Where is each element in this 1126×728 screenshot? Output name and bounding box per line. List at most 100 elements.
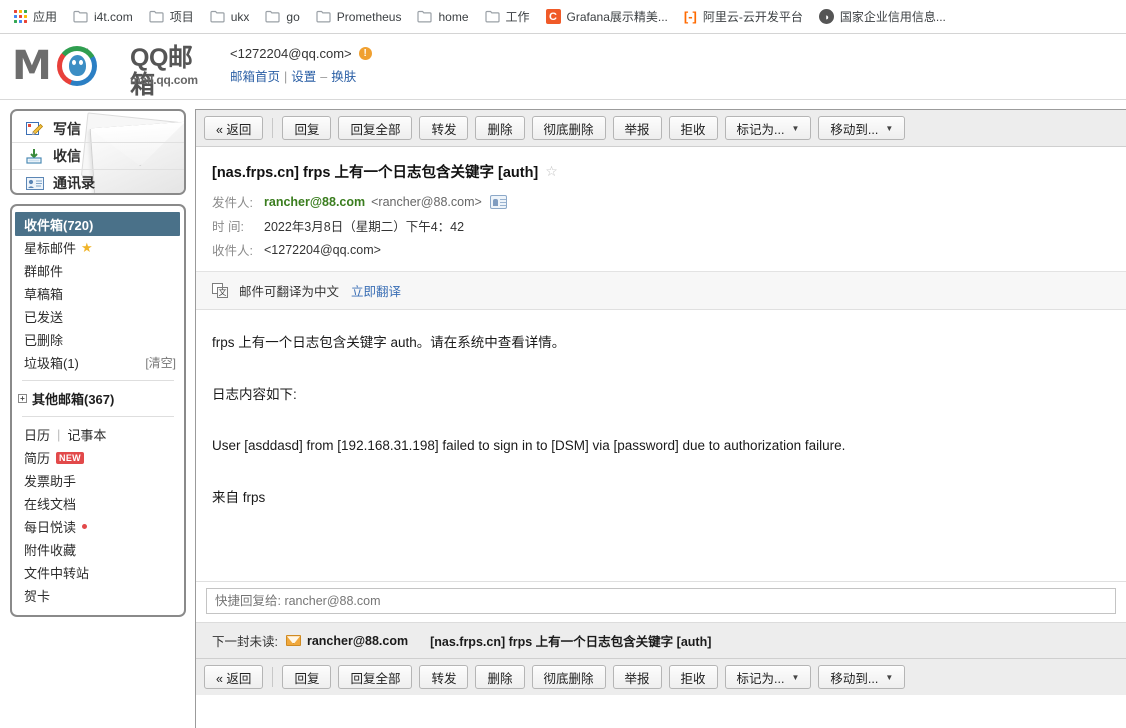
toolbar-bottom-button-3[interactable]: 转发 <box>419 665 469 690</box>
next-unread-bar[interactable]: 下一封未读: rancher@88.com [nas.frps.cn] frps… <box>196 622 1126 660</box>
toolbar-top-button-3[interactable]: 转发 <box>419 116 469 140</box>
button-label: 转发 <box>431 671 457 686</box>
bookmark-label: Prometheus <box>336 9 402 24</box>
toolbar-top-button-9[interactable]: 移动到... ▼ <box>818 116 906 140</box>
button-label: 回复 <box>294 671 320 686</box>
toolbar-bottom-button-5[interactable]: 彻底删除 <box>531 665 606 690</box>
link-skin[interactable]: 换肤 <box>331 70 356 84</box>
toolbar-top-button-1[interactable]: 回复 <box>282 116 332 140</box>
sidebar-item-other-mailboxes[interactable]: + 其他邮箱(367) <box>12 387 184 410</box>
bookmark-6[interactable]: Prometheus <box>308 5 410 29</box>
toolbar-top-back-button[interactable]: « 返回 <box>204 116 264 140</box>
tool-label: 在线文档 <box>24 497 77 512</box>
from-name[interactable]: rancher@88.com <box>264 195 365 209</box>
translate-now-link[interactable]: 立即翻译 <box>351 281 401 300</box>
tool-label-2[interactable]: 记事本 <box>67 425 106 444</box>
link-mail-home[interactable]: 邮箱首页 <box>230 70 280 84</box>
folder-icon <box>210 10 225 23</box>
toolbar-bottom-button-1[interactable]: 回复 <box>282 665 332 690</box>
folder-label: 已发送 <box>24 310 64 325</box>
link-separator-1: | <box>284 70 288 84</box>
envelope-icon <box>285 635 301 647</box>
toolbar-bottom-button-4[interactable]: 删除 <box>475 665 525 690</box>
sidebar-tool-6[interactable]: 附件收藏 <box>12 538 184 561</box>
mail-subject: [nas.frps.cn] frps 上有一个日志包含关键字 [auth] <box>212 165 539 181</box>
toolbar-top-button-5[interactable]: 彻底删除 <box>531 116 606 140</box>
folder-divider-1 <box>22 380 174 381</box>
toolbar-top-button-8[interactable]: 标记为... ▼ <box>724 116 812 140</box>
bookmark-2[interactable]: i4t.com <box>65 5 141 29</box>
header-links: 邮箱首页 | 设置 – 换肤 <box>230 66 372 85</box>
toolbar-bottom-button-2[interactable]: 回复全部 <box>338 665 413 690</box>
apps-grid-icon <box>14 10 27 23</box>
sidebar-action-3[interactable]: 通讯录 <box>12 169 184 193</box>
toolbar-bottom-button-9[interactable]: 移动到... ▼ <box>818 665 906 690</box>
qq-penguin-icon <box>57 45 97 86</box>
receive-inbox-icon <box>26 148 44 165</box>
sidebar-folder-5[interactable]: 已发送 <box>12 305 184 328</box>
toolbar-bottom-button-6[interactable]: 举报 <box>612 665 662 690</box>
next-unread-address[interactable]: rancher@88.com <box>307 634 408 648</box>
bookmark-1[interactable]: 应用 <box>6 5 65 29</box>
bookmark-5[interactable]: go <box>257 5 307 29</box>
sidebar-tool-1[interactable]: 日历 | 记事本 <box>12 423 184 446</box>
toolbar-top-separator <box>272 118 274 138</box>
sidebar-folder-1[interactable]: 收件箱(720) <box>15 212 180 236</box>
warning-badge-icon[interactable]: ! <box>358 47 372 60</box>
bookmark-4[interactable]: ukx <box>202 5 258 29</box>
sidebar-folder-4[interactable]: 草稿箱 <box>12 282 184 305</box>
folder-label: 已删除 <box>24 333 64 348</box>
toolbar-top-button-6[interactable]: 举报 <box>612 116 662 140</box>
folder-clear-link[interactable]: [清空] <box>145 354 176 371</box>
contact-card-icon[interactable] <box>489 194 507 209</box>
star-icon[interactable]: ☆ <box>545 163 558 180</box>
toolbar-bottom-button-7[interactable]: 拒收 <box>668 665 718 690</box>
button-label: 删除 <box>487 671 513 686</box>
expand-icon[interactable]: + <box>18 394 27 403</box>
toolbar-bottom-button-8[interactable]: 标记为... ▼ <box>724 665 812 690</box>
sidebar-action-2[interactable]: 收信 <box>12 142 184 169</box>
translate-text: 邮件可翻译为中文 <box>239 285 340 299</box>
compose-panel: 写信 收信 通讯录 <box>10 109 186 195</box>
sidebar-folder-2[interactable]: 星标邮件 ★ <box>12 236 184 259</box>
sidebar-tool-3[interactable]: 发票助手 <box>12 469 184 492</box>
chevron-down-icon: ▼ <box>885 672 894 682</box>
content-wrap: « 返回 回复 回复全部 转发 删除 彻底删除 举报 拒收 标记为... ▼ 移动到... ▼ [na… <box>186 100 1126 728</box>
bookmark-9[interactable]: C Grafana展示精美... <box>538 5 676 29</box>
bookmark-3[interactable]: 项目 <box>141 5 202 29</box>
new-badge: NEW <box>56 451 84 464</box>
link-settings[interactable]: 设置 <box>291 70 316 84</box>
next-unread-label: 下一封未读: <box>212 635 278 650</box>
link-separator-2: – <box>320 70 328 84</box>
sidebar-folder-3[interactable]: 群邮件 <box>12 259 184 282</box>
sidebar-tool-4[interactable]: 在线文档 <box>12 492 184 515</box>
next-unread-subject[interactable]: [nas.frps.cn] frps 上有一个日志包含关键字 [auth] <box>430 631 711 650</box>
tool-label: 附件收藏 <box>24 543 77 558</box>
sidebar-folder-6[interactable]: 已删除 <box>12 328 184 351</box>
sidebar-tool-8[interactable]: 贺卡 <box>12 584 184 607</box>
sidebar-folder-7[interactable]: 垃圾箱(1) [清空] <box>12 351 184 374</box>
bookmark-7[interactable]: home <box>409 5 476 29</box>
bookmark-10[interactable]: [-] 阿里云-云开发平台 <box>676 5 811 29</box>
sidebar-tool-7[interactable]: 文件中转站 <box>12 561 184 584</box>
bookmark-8[interactable]: 工作 <box>477 5 538 29</box>
mail-reading-panel: « 返回 回复 回复全部 转发 删除 彻底删除 举报 拒收 标记为... ▼ 移动到... ▼ [na… <box>195 109 1126 728</box>
toolbar-bottom-back-button[interactable]: « 返回 <box>204 665 264 690</box>
quick-reply-input[interactable] <box>206 588 1116 615</box>
bookmark-label: ukx <box>230 9 250 24</box>
bookmark-label: go <box>286 9 300 24</box>
panel-filler <box>196 695 1126 728</box>
sidebar-tool-2[interactable]: 简历 NEW <box>12 446 184 469</box>
toolbar-top-button-4[interactable]: 删除 <box>475 116 525 140</box>
qqmail-logo[interactable]: M il QQ邮箱 mail.qq.com <box>12 44 208 98</box>
sidebar-tool-5[interactable]: 每日悦读 <box>12 515 184 538</box>
tool-label: 每日悦读 <box>24 520 77 535</box>
star-filled-icon: ★ <box>81 239 93 255</box>
toolbar-top-button-2[interactable]: 回复全部 <box>338 116 413 140</box>
sidebar-action-1[interactable]: 写信 <box>12 115 184 142</box>
mail-toolbar-top: « 返回 回复 回复全部 转发 删除 彻底删除 举报 拒收 标记为... ▼ 移动到... ▼ <box>196 110 1126 147</box>
toolbar-top-button-7[interactable]: 拒收 <box>668 116 718 140</box>
bookmark-11[interactable]: ◑ 国家企业信用信息... <box>811 5 954 29</box>
folder-label: 星标邮件 <box>24 241 77 256</box>
folder-divider-2 <box>22 416 174 417</box>
